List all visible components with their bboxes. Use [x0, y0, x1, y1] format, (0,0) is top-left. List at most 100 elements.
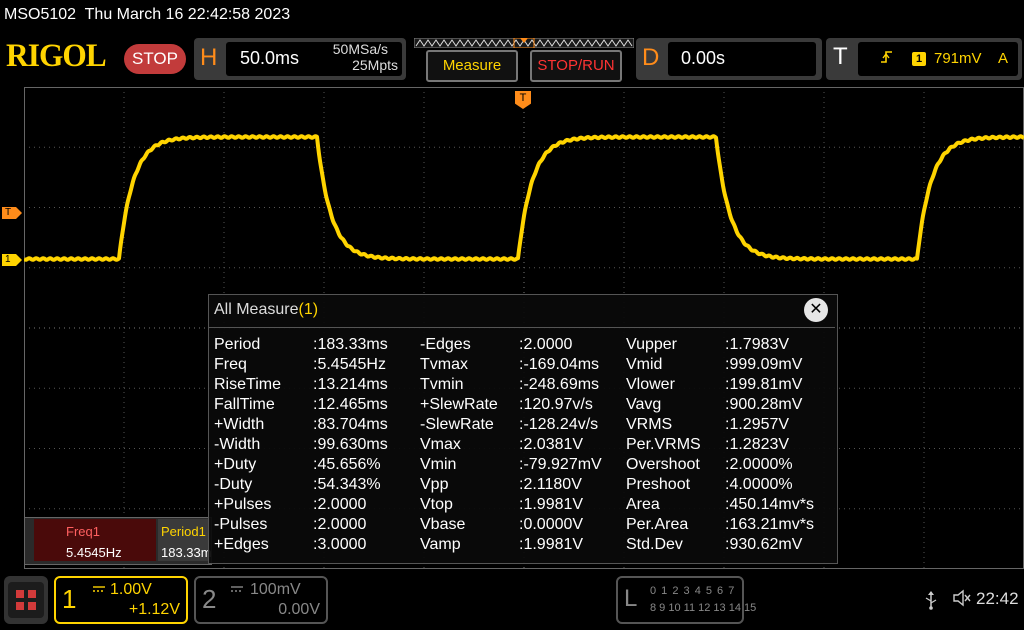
measure-value: :2.0000 — [313, 516, 367, 533]
measure-name: Area — [626, 496, 660, 513]
measure-name: FallTime — [214, 396, 275, 413]
measure-value: :5.4545Hz — [313, 356, 386, 373]
channel1-scale: 1.00V — [110, 581, 152, 598]
measure-name: Tvmax — [420, 356, 468, 373]
measure-name: +SlewRate — [420, 396, 498, 413]
channel2-scale: 100mV — [250, 581, 301, 598]
measure-name: Vmid — [626, 356, 663, 373]
measure-name: +Edges — [214, 536, 269, 553]
measure-name: +Duty — [214, 456, 257, 473]
measure-name: Freq — [214, 356, 247, 373]
measure-name: Vmax — [420, 436, 461, 453]
trigger-level-marker[interactable]: T — [2, 207, 22, 219]
measure-value: :1.2823V — [725, 436, 790, 453]
all-measure-title-text: All Measure — [214, 301, 299, 318]
measure-value: :199.81mV — [725, 376, 803, 393]
measure-value: :1.9981V — [519, 536, 584, 553]
measure-value: :45.656% — [313, 456, 381, 473]
channel1-ground-marker[interactable]: 1 — [2, 254, 22, 266]
logic-analyzer-label: L — [624, 585, 638, 612]
measure-value: :930.62mV — [725, 536, 803, 553]
measure-name: Vpp — [420, 476, 449, 493]
trigger-position-strip — [414, 38, 634, 48]
measure-name: Per.Area — [626, 516, 689, 533]
usb-icon — [924, 590, 938, 615]
measure-name: -Duty — [214, 476, 253, 493]
measure-value: :99.630ms — [313, 436, 388, 453]
measure-name: -Edges — [420, 336, 471, 353]
measure-name: +Width — [214, 416, 265, 433]
measure-value: :183.33ms — [313, 336, 388, 353]
all-measure-title: All Measure(1) — [214, 301, 318, 319]
digital-channels-row-1: 0 1 2 3 4 5 6 7 — [650, 585, 736, 597]
timebase-value: 50.0ms — [240, 48, 300, 68]
all-measure-window: All Measure(1) ✕ Period :183.33ms -Edges :2… — [208, 294, 838, 564]
measure-name: Per.VRMS — [626, 436, 701, 453]
result-value-2: 183.33m — [161, 545, 212, 560]
measure-value: :13.214ms — [313, 376, 388, 393]
measure-value: :2.0000% — [725, 456, 793, 473]
measure-value: :12.465ms — [313, 396, 388, 413]
menu-button[interactable] — [4, 576, 48, 624]
stop-run-button[interactable]: STOP/RUN — [530, 50, 622, 82]
measure-value: :-79.927mV — [519, 456, 602, 473]
measure-value: :2.0381V — [519, 436, 584, 453]
measure-name: Period — [214, 336, 261, 353]
clock: 22:42 — [976, 589, 1019, 608]
measure-value: :0.0000V — [519, 516, 584, 533]
channel1-trace — [24, 134, 1024, 262]
dc-coupling-icon — [231, 586, 243, 592]
result-name-2: Period1 — [161, 524, 206, 539]
trigger-source-badge: 1 — [912, 52, 926, 66]
measure-name: -SlewRate — [420, 416, 494, 433]
measure-value: :3.0000 — [313, 536, 367, 553]
measure-button[interactable]: Measure — [426, 50, 518, 82]
measure-name: Overshoot — [626, 456, 700, 473]
trigger-level-value: 791mV — [934, 50, 982, 67]
measure-name: Preshoot — [626, 476, 691, 493]
measure-name: Vtop — [420, 496, 453, 513]
channel1-number: 1 — [62, 584, 77, 614]
horizontal-label: H — [200, 44, 218, 71]
measure-name: VRMS — [626, 416, 673, 433]
grid-menu-icon — [8, 582, 44, 618]
speaker-muted-icon[interactable] — [952, 588, 972, 613]
measure-value: :999.09mV — [725, 356, 803, 373]
channel1-waveform — [24, 134, 1024, 262]
measure-name: Vbase — [420, 516, 466, 533]
result-name-1: Freq1 — [66, 524, 100, 539]
trigger-mode-value: A — [998, 50, 1009, 67]
measure-value: :4.0000% — [725, 476, 793, 493]
close-icon[interactable]: ✕ — [804, 298, 828, 322]
all-measure-count: (1) — [298, 301, 319, 318]
digital-channels-row-2: 8 9 10 11 12 13 14 15 — [650, 602, 757, 614]
window-title: MSO5102 Thu March 16 22:42:58 2023 — [4, 6, 291, 23]
measure-name: Vupper — [626, 336, 677, 353]
measure-value: :1.2957V — [725, 416, 790, 433]
measure-value: :2.1180V — [519, 476, 582, 493]
rigol-logo: RIGOL — [6, 38, 107, 74]
measure-name: Tvmin — [420, 376, 464, 393]
measure-value: :-169.04ms — [519, 356, 600, 373]
channel2-offset: 0.00V — [278, 601, 320, 618]
trigger-label: T — [833, 43, 848, 70]
measure-value: :54.343% — [313, 476, 381, 493]
measure-name: Vmin — [420, 456, 457, 473]
measure-value: :1.7983V — [725, 336, 790, 353]
measure-value: :-248.69ms — [519, 376, 600, 393]
run-state-badge[interactable]: STOP — [124, 44, 186, 74]
measure-name: RiseTime — [214, 376, 281, 393]
measure-value: :120.97v/s — [519, 396, 593, 413]
channel1-offset: +1.12V — [128, 601, 180, 618]
measure-name: Std.Dev — [626, 536, 683, 553]
measure-value: :1.9981V — [519, 496, 584, 513]
measure-name: -Pulses — [214, 516, 268, 533]
measure-name: +Pulses — [214, 496, 272, 513]
measure-value: :-128.24v/s — [519, 416, 599, 433]
measure-value: :2.0000 — [313, 496, 367, 513]
measure-value: :900.28mV — [725, 396, 803, 413]
memory-depth-value: 25Mpts — [352, 57, 398, 73]
measure-name: Vavg — [626, 396, 662, 413]
result-value-1: 5.4545Hz — [66, 545, 122, 560]
rising-edge-icon — [880, 49, 894, 70]
